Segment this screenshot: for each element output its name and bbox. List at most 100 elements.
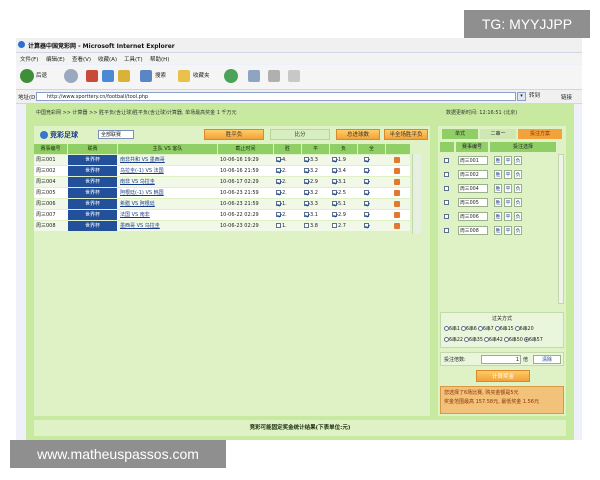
- odds-option[interactable]: 1.: [276, 199, 302, 209]
- match-name[interactable]: 南非共和 VS 墨西哥: [120, 155, 217, 165]
- odds-option[interactable]: 2.: [276, 210, 302, 220]
- select-all-checkbox[interactable]: [364, 201, 369, 206]
- select-all-cell[interactable]: [364, 199, 378, 209]
- odds-checkbox[interactable]: [304, 168, 309, 173]
- search-button[interactable]: 搜索: [155, 71, 166, 79]
- odds-option[interactable]: 3.2: [304, 188, 330, 198]
- pick-button[interactable]: 负: [514, 184, 522, 193]
- odds-checkbox[interactable]: [304, 212, 309, 217]
- odds-checkbox[interactable]: [332, 157, 337, 162]
- odds-option[interactable]: 2.: [276, 166, 302, 176]
- odds-checkbox[interactable]: [332, 212, 337, 217]
- back-icon[interactable]: [20, 69, 34, 83]
- odds-option[interactable]: 2.5: [332, 188, 358, 198]
- match-name[interactable]: 南非 VS 乌拉圭: [120, 177, 217, 187]
- go-button[interactable]: 转到: [529, 92, 557, 101]
- links-button[interactable]: 链接: [561, 93, 572, 101]
- match-name[interactable]: 希腊 VS 阿根廷: [120, 199, 217, 209]
- odds-checkbox[interactable]: [276, 223, 281, 228]
- odds-checkbox[interactable]: [276, 212, 281, 217]
- odds-option[interactable]: 3.4: [332, 166, 358, 176]
- pick-button[interactable]: 负: [514, 198, 522, 207]
- odds-checkbox[interactable]: [304, 201, 309, 206]
- menu-favorites[interactable]: 收藏(A): [98, 55, 117, 63]
- refresh-icon[interactable]: [102, 70, 114, 82]
- odds-option[interactable]: 2.9: [332, 210, 358, 220]
- table-scrollbar[interactable]: [412, 154, 421, 234]
- odds-option[interactable]: 2.7: [332, 221, 358, 231]
- tab-single[interactable]: 单式: [442, 129, 478, 139]
- address-input[interactable]: http://www.sporttery.cn/football/tool.ph…: [36, 92, 516, 101]
- select-all-cell[interactable]: [364, 166, 378, 176]
- pass-option[interactable]: 6串20: [514, 325, 535, 332]
- pass-option[interactable]: 6串50: [503, 336, 524, 343]
- odds-checkbox[interactable]: [276, 190, 281, 195]
- remove-cell[interactable]: [394, 188, 404, 198]
- selected-checkbox[interactable]: [444, 172, 449, 177]
- favorites-button[interactable]: 收藏夹: [193, 71, 210, 79]
- pick-button[interactable]: 平: [504, 212, 512, 221]
- select-all-cell[interactable]: [364, 177, 378, 187]
- pass-option[interactable]: 6串22: [444, 336, 464, 343]
- menu-view[interactable]: 查看(V): [72, 55, 91, 63]
- back-label[interactable]: 后退: [36, 71, 47, 79]
- wdl-button[interactable]: 胜平负: [204, 129, 264, 140]
- multiplier-input[interactable]: 1: [481, 355, 521, 364]
- clear-button[interactable]: 清除: [533, 355, 561, 364]
- total-goals-button[interactable]: 总进球数: [336, 129, 380, 140]
- match-name[interactable]: 阿根廷(-1) VS 韩国: [120, 188, 217, 198]
- odds-option[interactable]: 3.1: [304, 210, 330, 220]
- selected-checkbox[interactable]: [444, 186, 449, 191]
- remove-cell[interactable]: [394, 221, 404, 231]
- halffull-button[interactable]: 半全场胜平负: [384, 129, 428, 140]
- select-all-checkbox[interactable]: [364, 212, 369, 217]
- history-icon[interactable]: [248, 70, 260, 82]
- delete-icon[interactable]: [394, 200, 400, 207]
- delete-icon[interactable]: [394, 178, 400, 185]
- remove-cell[interactable]: [394, 155, 404, 165]
- selected-checkbox[interactable]: [444, 228, 449, 233]
- address-dropdown-icon[interactable]: ▾: [517, 92, 526, 101]
- delete-icon[interactable]: [394, 222, 400, 229]
- match-name[interactable]: 乌拉圭(-1) VS 法国: [120, 166, 217, 176]
- odds-option[interactable]: 3.8: [304, 221, 330, 231]
- select-all-checkbox[interactable]: [364, 168, 369, 173]
- pick-button[interactable]: 胜: [494, 198, 502, 207]
- pick-button[interactable]: 胜: [494, 156, 502, 165]
- menu-edit[interactable]: 编辑(E): [46, 55, 65, 63]
- odds-option[interactable]: 3.2: [304, 166, 330, 176]
- odds-option[interactable]: 3.1: [332, 177, 358, 187]
- score-button[interactable]: 比分: [270, 129, 330, 140]
- match-name[interactable]: 法国 VS 南非: [120, 210, 217, 220]
- calculate-button[interactable]: 计算奖金: [476, 370, 530, 382]
- search-icon[interactable]: [140, 70, 152, 82]
- home-icon[interactable]: [118, 70, 130, 82]
- menu-tools[interactable]: 工具(T): [124, 55, 143, 63]
- favorites-icon[interactable]: [178, 70, 190, 82]
- stop-icon[interactable]: [86, 70, 98, 82]
- match-name[interactable]: 墨西哥 VS 乌拉圭: [120, 221, 217, 231]
- pick-button[interactable]: 胜: [494, 184, 502, 193]
- tab-parlay[interactable]: 二串一: [480, 129, 516, 139]
- pass-option[interactable]: 6串57: [523, 336, 544, 343]
- odds-checkbox[interactable]: [332, 190, 337, 195]
- odds-option[interactable]: 1.: [276, 221, 302, 231]
- odds-option[interactable]: 2.: [276, 188, 302, 198]
- pick-button[interactable]: 负: [514, 226, 522, 235]
- select-all-cell[interactable]: [364, 188, 378, 198]
- odds-option[interactable]: 2.: [276, 177, 302, 187]
- odds-checkbox[interactable]: [332, 201, 337, 206]
- tab-plan[interactable]: 投注方案: [518, 129, 562, 139]
- remove-cell[interactable]: [394, 210, 404, 220]
- pick-button[interactable]: 平: [504, 226, 512, 235]
- delete-icon[interactable]: [394, 156, 400, 163]
- pick-button[interactable]: 负: [514, 156, 522, 165]
- odds-option[interactable]: 3.3: [304, 199, 330, 209]
- odds-checkbox[interactable]: [276, 201, 281, 206]
- league-select[interactable]: 全部联赛: [98, 130, 134, 139]
- menu-help[interactable]: 帮助(H): [150, 55, 169, 63]
- odds-checkbox[interactable]: [304, 223, 309, 228]
- pass-option[interactable]: 6串7: [477, 325, 495, 332]
- odds-option[interactable]: 5.1: [332, 199, 358, 209]
- pass-option[interactable]: 6串6: [460, 325, 478, 332]
